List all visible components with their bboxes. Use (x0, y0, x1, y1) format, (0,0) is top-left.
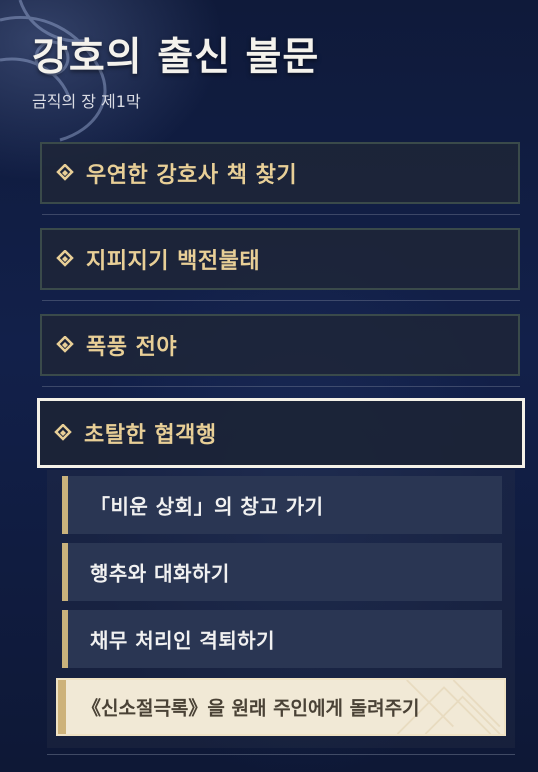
divider (42, 214, 520, 215)
page-title: 강호의 출신 불문 (32, 35, 320, 80)
quest-item-4-selected[interactable]: 초탈한 협객행 (37, 398, 525, 468)
divider (42, 386, 520, 387)
subquest-label: 행추와 대화하기 (90, 561, 230, 586)
divider (47, 754, 515, 755)
subquest-item-4-selected[interactable]: 《신소절극록》을 원래 주인에게 돌려주기 (56, 678, 506, 736)
quest-item-3[interactable]: 폭풍 전야 (40, 314, 520, 376)
quest-label: 지피지기 백전불태 (86, 249, 261, 274)
subquest-label: 채무 처리인 격퇴하기 (90, 628, 276, 653)
quest-label: 우연한 강호사 책 찾기 (86, 163, 298, 188)
quest-item-1[interactable]: 우연한 강호사 책 찾기 (40, 142, 520, 204)
quest-label: 폭풍 전야 (86, 335, 178, 360)
diamond-quest-icon (56, 164, 74, 181)
divider (42, 300, 520, 301)
diamond-quest-icon (54, 424, 72, 441)
quest-label: 초탈한 협객행 (84, 423, 217, 448)
selection-bar (58, 680, 66, 734)
quest-item-2[interactable]: 지피지기 백전불태 (40, 228, 520, 290)
subquest-label: 「비운 상회」의 창고 가기 (90, 494, 324, 519)
diamond-quest-icon (56, 336, 74, 353)
subquest-item-1[interactable]: 「비운 상회」의 창고 가기 (62, 476, 502, 534)
subquest-label: 《신소절극록》을 원래 주인에게 돌려주기 (82, 697, 420, 720)
subquest-item-3[interactable]: 채무 처리인 격퇴하기 (62, 610, 502, 668)
diamond-quest-icon (56, 250, 74, 267)
subquest-item-2[interactable]: 행추와 대화하기 (62, 543, 502, 601)
chapter-subtitle: 금직의 장 제1막 (32, 92, 141, 111)
